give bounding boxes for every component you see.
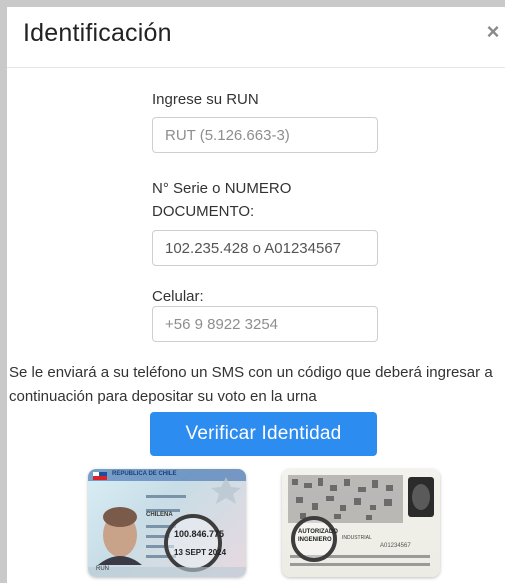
id-card-back-image: AUTORIZADO INGENIERO INDUSTRIAL A0123456… bbox=[282, 469, 440, 577]
id-back-line2: INGENIERO bbox=[298, 537, 332, 543]
id-front-header: REPUBLICA DE CHILE bbox=[112, 471, 177, 477]
id-back-line1: AUTORIZADO bbox=[298, 529, 338, 535]
id-back-line3: INDUSTRIAL bbox=[342, 535, 372, 541]
id-front-run-tag: RUN bbox=[96, 566, 109, 572]
verify-identity-button[interactable]: Verificar Identidad bbox=[150, 412, 377, 456]
id-back-number: A01234567 bbox=[380, 543, 411, 549]
identification-modal: Identificación × Ingrese su RUN N° Serie… bbox=[7, 7, 505, 583]
serie-label: N° Serie o NUMERO DOCUMENTO: bbox=[152, 180, 292, 220]
id-front-run-number: 100.846.775 bbox=[174, 529, 225, 539]
id-front-expiry: 13 SEPT 2024 bbox=[174, 548, 227, 557]
celular-input[interactable] bbox=[152, 306, 378, 342]
id-front-nationality: CHILENA bbox=[146, 512, 173, 518]
run-label: Ingrese su RUN bbox=[152, 91, 259, 108]
window-frame-top bbox=[0, 0, 505, 7]
modal-header: Identificación × bbox=[7, 7, 505, 68]
id-card-front-image: REPUBLICA DE CHILE CHILENA 100.846.775 1… bbox=[88, 469, 246, 577]
close-icon[interactable]: × bbox=[483, 21, 503, 43]
window-frame-left bbox=[0, 0, 7, 583]
celular-label: Celular: bbox=[152, 288, 204, 305]
run-input[interactable] bbox=[152, 117, 378, 153]
serie-input[interactable] bbox=[152, 230, 378, 266]
modal-title: Identificación bbox=[23, 19, 172, 47]
sms-info-text: Se le enviará a su teléfono un SMS con u… bbox=[9, 364, 493, 405]
